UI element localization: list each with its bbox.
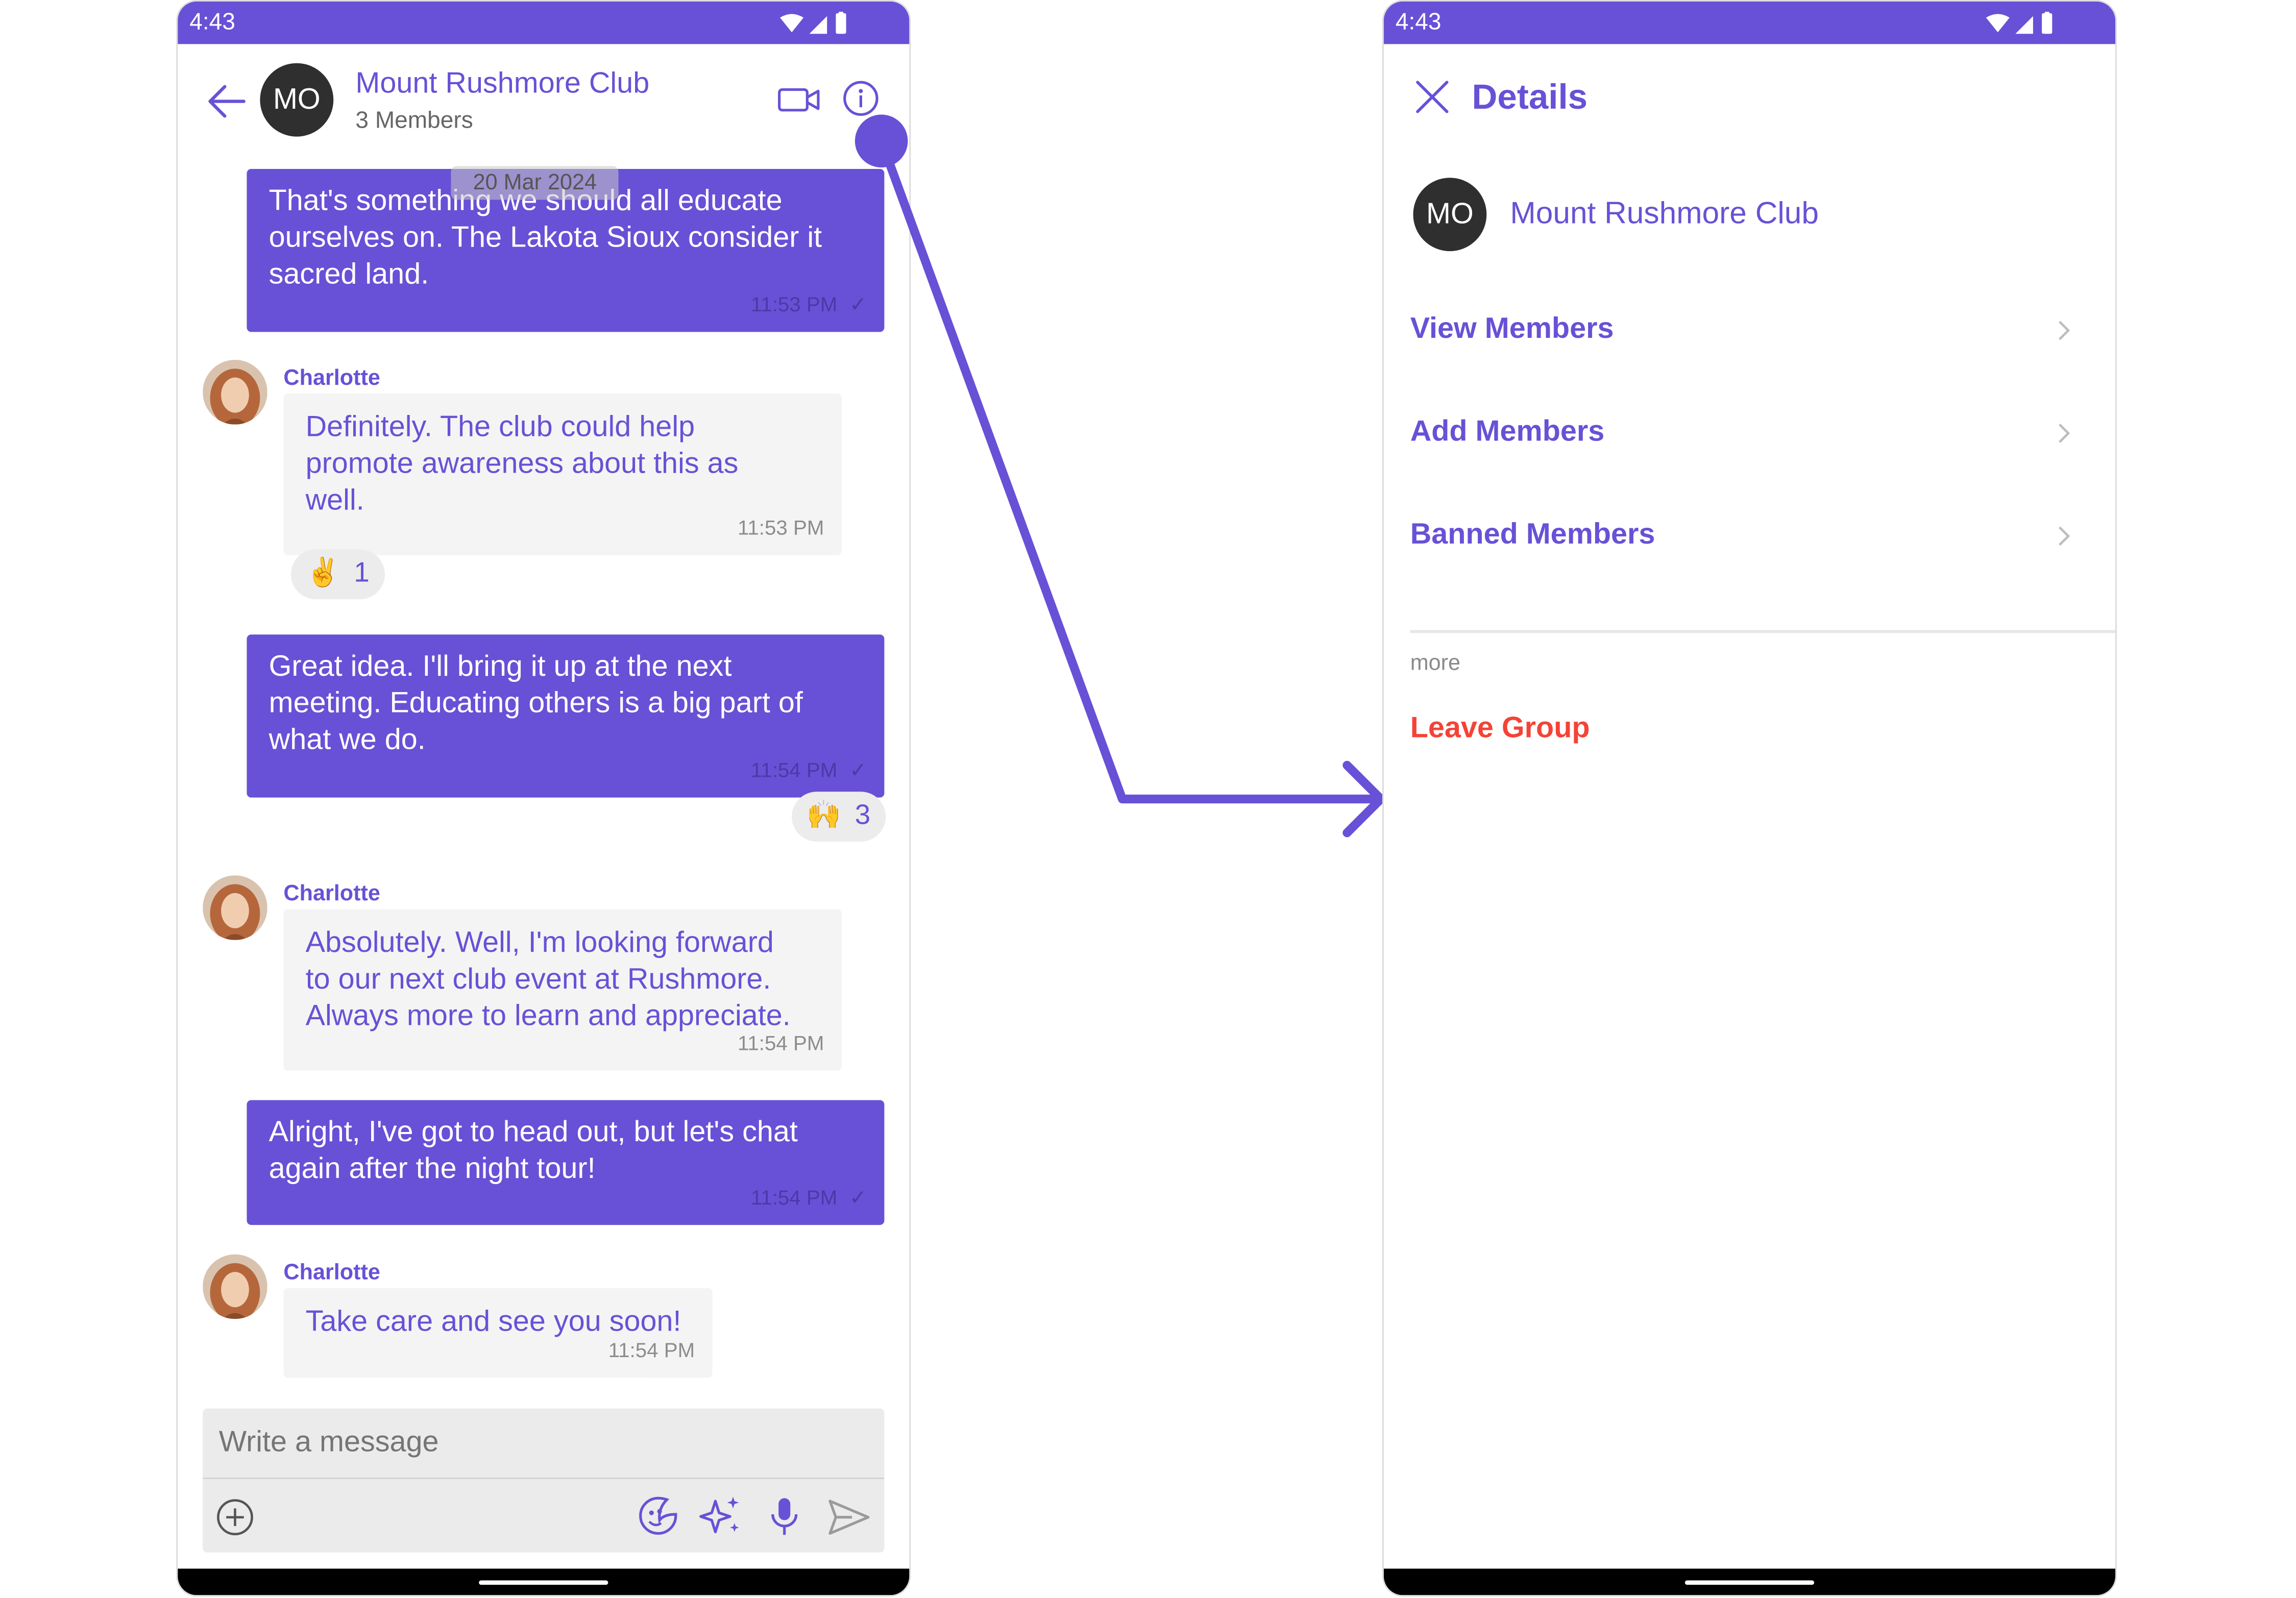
group-name: Mount Rushmore Club <box>1510 196 1819 231</box>
status-time: 4:43 <box>1395 10 1442 36</box>
banned-members-item[interactable]: Banned Members <box>1410 519 2086 552</box>
chevron-right-icon <box>2059 424 2070 443</box>
details-title: Details <box>1472 78 1588 118</box>
view-members-item[interactable]: View Members <box>1410 313 2086 347</box>
chevron-right-icon <box>2059 321 2070 340</box>
menu-item-label: Banned Members <box>1410 518 1655 551</box>
status-icons <box>1986 12 2053 34</box>
chevron-right-icon <box>2059 526 2070 546</box>
status-bar: 4:43 <box>1383 1 2116 44</box>
details-screen: 4:43 Details MO Mount Rushmore Club View… <box>1382 0 2117 1597</box>
section-divider <box>1410 630 2116 633</box>
group-avatar: MO <box>1413 178 1487 252</box>
add-members-item[interactable]: Add Members <box>1410 415 2086 449</box>
home-handle[interactable] <box>1684 1580 1815 1585</box>
menu-item-label: Add Members <box>1410 415 1605 448</box>
section-label: more <box>1410 650 1461 676</box>
menu-item-label: View Members <box>1410 312 1614 346</box>
close-icon[interactable] <box>1414 79 1450 114</box>
leave-group-button[interactable]: Leave Group <box>1410 712 1590 746</box>
navigation-bar <box>1383 1568 2116 1595</box>
